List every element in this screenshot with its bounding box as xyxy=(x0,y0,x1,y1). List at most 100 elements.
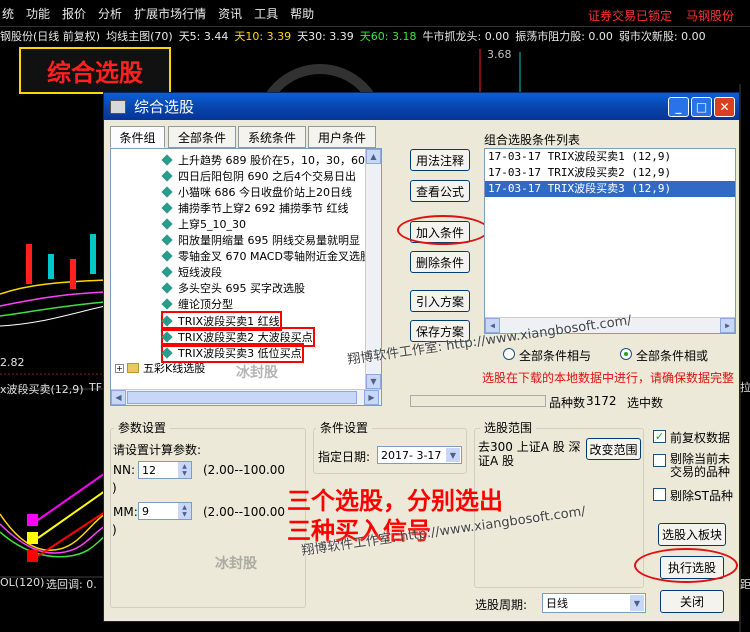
menu-item-news[interactable]: 资讯 xyxy=(218,5,254,22)
tab-condition-group[interactable]: 条件组 xyxy=(110,126,165,148)
scroll-down-icon[interactable]: ▼ xyxy=(366,374,381,389)
tree-item[interactable]: 短线波段 xyxy=(161,264,222,280)
tree-item[interactable]: 小猫咪 686 今日收盘价站上20日线 xyxy=(161,184,352,200)
formula-icon xyxy=(161,202,173,214)
close-button[interactable]: 关闭 xyxy=(660,590,724,613)
right-fragment-2: 距 xyxy=(740,578,750,591)
list-item-selected[interactable]: 17-03-17 TRIX波段买卖3 (12,9) xyxy=(485,181,735,197)
expand-icon[interactable]: + xyxy=(115,363,124,373)
formula-icon xyxy=(161,266,173,278)
date-picker[interactable]: 2017- 3-17 ▼ xyxy=(377,446,462,464)
radio-and[interactable] xyxy=(503,348,515,360)
formula-icon xyxy=(161,234,173,246)
bottom-indicator-label: OL(120) xyxy=(0,576,45,589)
formula-icon xyxy=(161,298,173,310)
formula-icon xyxy=(161,186,173,198)
fq-checkbox[interactable]: ✓ xyxy=(653,430,666,443)
scroll-right-icon[interactable]: ▶ xyxy=(364,390,379,405)
price-high-label: 3.68 xyxy=(487,48,512,61)
radio-or[interactable] xyxy=(620,348,632,360)
trade-lock-notice: 证券交易已锁定 xyxy=(588,9,673,23)
view-formula-button[interactable]: 查看公式 xyxy=(410,180,470,202)
signal-2: 振荡市阻力股: 0.00 xyxy=(515,30,613,43)
menu-item-analysis[interactable]: 分析 xyxy=(98,5,134,22)
indicator-info-bar: 钢股份(日线 前复权) 均线主图(70) 天5: 3.44 天10: 3.39 … xyxy=(0,28,750,44)
tree-item[interactable]: 上升趋势 689 股价在5，10，30，60 xyxy=(161,152,365,168)
banner-title: 综合选股 xyxy=(19,47,171,94)
delete-condition-button[interactable]: 删除条件 xyxy=(410,251,470,273)
tree-item-trix-2[interactable]: TRIX波段买卖2 大波段买点 xyxy=(161,327,315,347)
current-stock-name: 马钢股份 xyxy=(686,9,735,23)
menu-item-system[interactable]: 统 xyxy=(0,5,26,22)
stock-period-label: 钢股份(日线 前复权) xyxy=(0,30,101,43)
exclude-halt-checkbox[interactable] xyxy=(653,454,666,467)
params-hint: 请设置计算参数: xyxy=(113,443,202,457)
nn-input[interactable]: 12 ▲ ▼ xyxy=(138,461,192,479)
scroll-up-icon[interactable]: ▲ xyxy=(366,149,381,164)
change-range-button[interactable]: 改变范围 xyxy=(586,438,641,460)
exclude-st-label: 剔除ST品种 xyxy=(670,489,733,503)
count-value: 3172 xyxy=(586,394,617,408)
menu-item-function[interactable]: 功能 xyxy=(26,5,62,22)
condition-group-title: 条件设置 xyxy=(316,419,373,436)
tree-item[interactable]: 零轴金叉 670 MACD零轴附近金叉选股 xyxy=(161,248,371,264)
list-item[interactable]: 17-03-17 TRIX波段买卖2 (12,9) xyxy=(485,165,735,181)
menu-item-help[interactable]: 帮助 xyxy=(290,5,326,22)
formula-icon xyxy=(161,154,173,166)
tree-item[interactable]: 上穿5_10_30 xyxy=(161,216,246,232)
tab-user-conditions[interactable]: 用户条件 xyxy=(308,126,376,148)
watermark-ice-2: 冰封股 xyxy=(215,556,257,572)
formula-icon xyxy=(161,347,173,359)
tree-item[interactable]: 捕捞季节上穿2 692 捕捞季节 红线 xyxy=(161,200,348,216)
progress-bar xyxy=(410,395,546,407)
period-select[interactable]: 日线 ▼ xyxy=(542,593,646,613)
ma5-value: 天5: 3.44 xyxy=(178,30,229,43)
highlight-ellipse xyxy=(634,548,738,583)
ma30-value: 天30: 3.39 xyxy=(297,30,354,43)
radio-and-label: 全部条件相与 xyxy=(519,349,592,363)
tree-folder[interactable]: + 五彩K线选股 xyxy=(115,360,205,376)
close-icon[interactable]: ✕ xyxy=(714,97,735,117)
mm-range: (2.00--100.00 xyxy=(203,505,286,519)
import-plan-button[interactable]: 引入方案 xyxy=(410,290,470,312)
tree-item-trix-3[interactable]: TRIX波段买卖3 低位买点 xyxy=(161,343,304,363)
tree-item-trix-1[interactable]: TRIX波段买卖1 红线 xyxy=(161,311,282,331)
scroll-right-icon[interactable]: ▶ xyxy=(720,318,735,333)
dialog-title: 综合选股 xyxy=(134,98,195,116)
tree-item[interactable]: 阳放量阴缩量 695 阴线交易量就明显 xyxy=(161,232,360,248)
mm-range-close: ) xyxy=(112,523,117,537)
tab-all-conditions[interactable]: 全部条件 xyxy=(168,126,236,148)
nn-range: (2.00--100.00 xyxy=(203,463,286,477)
fq-label: 前复权数据 xyxy=(670,431,731,445)
spin-icon[interactable]: ▲ ▼ xyxy=(178,462,191,478)
mm-input[interactable]: 9 ▲ ▼ xyxy=(138,502,192,520)
price-low-label: 2.82 xyxy=(0,356,25,369)
menu-item-quote[interactable]: 报价 xyxy=(62,5,98,22)
add-to-block-button[interactable]: 选股入板块 xyxy=(658,523,726,546)
dialog-titlebar[interactable]: 综合选股 xyxy=(104,93,739,120)
maximize-button[interactable]: □ xyxy=(691,97,712,117)
tree-item[interactable]: 多头空头 695 买字改选股 xyxy=(161,280,305,296)
formula-icon xyxy=(161,315,173,327)
menu-bar: 统 功能 报价 分析 扩展市场行情 资讯 工具 帮助 证券交易已锁定 马钢股份 xyxy=(0,0,750,27)
data-integrity-notice: 选股在下载的本地数据中进行，请确保数据完整 xyxy=(482,371,735,385)
spin-icon[interactable]: ▲ ▼ xyxy=(178,503,191,519)
dropdown-icon[interactable]: ▼ xyxy=(446,448,460,462)
list-item[interactable]: 17-03-17 TRIX波段买卖1 (12,9) xyxy=(485,149,735,165)
tree-horizontal-scrollbar[interactable]: ◀ ▶ xyxy=(111,389,381,405)
signal-3: 弱市次新股: 0.00 xyxy=(618,30,706,43)
indicator-name: 均线主图(70) xyxy=(106,30,173,43)
tab-system-conditions[interactable]: 系统条件 xyxy=(238,126,306,148)
menu-item-ext-market[interactable]: 扩展市场行情 xyxy=(134,5,218,22)
dropdown-icon[interactable]: ▼ xyxy=(630,595,644,611)
scroll-left-icon[interactable]: ◀ xyxy=(111,390,126,405)
tree-item[interactable]: 缠论顶分型 xyxy=(161,296,233,312)
usage-notes-button[interactable]: 用法注释 xyxy=(410,149,470,171)
menu-item-tools[interactable]: 工具 xyxy=(254,5,290,22)
tree-item[interactable]: 四日后阳包阴 690 之后4个交易日出 xyxy=(161,168,356,184)
sub-indicator-label-2: TF xyxy=(89,381,103,394)
condition-list[interactable]: 17-03-17 TRIX波段买卖1 (12,9) 17-03-17 TRIX波… xyxy=(484,148,736,334)
scroll-thumb[interactable] xyxy=(127,391,357,404)
exclude-st-checkbox[interactable] xyxy=(653,488,666,501)
minimize-button[interactable]: _ xyxy=(668,97,689,117)
